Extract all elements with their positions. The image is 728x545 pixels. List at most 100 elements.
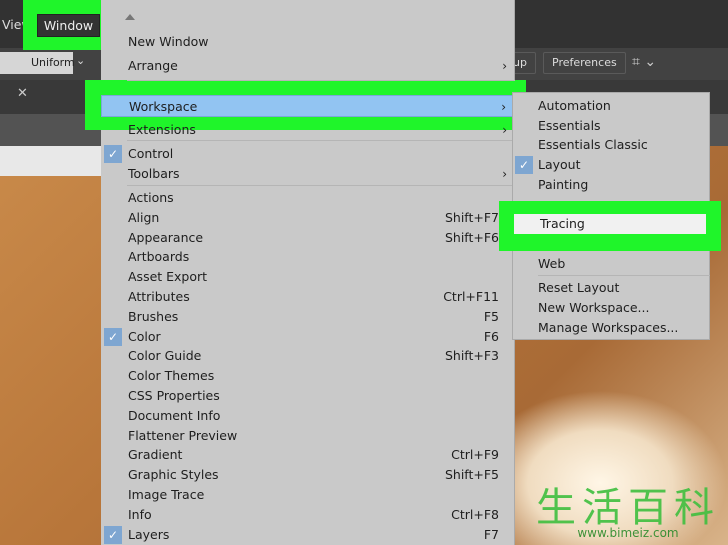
menu-item-image-trace[interactable]: Image Trace (101, 485, 515, 505)
workspace-item-label: Painting (538, 177, 589, 192)
watermark-logo: 生活百科 www.bimeiz.com (536, 485, 720, 540)
workspace-item-label: Reset Layout (538, 280, 620, 295)
menu-item-color-themes[interactable]: Color Themes (101, 366, 515, 386)
menu-item-label: Toolbars (128, 166, 180, 181)
workspace-item-label: Web (538, 256, 566, 271)
chevron-right-icon: › (501, 100, 506, 114)
workspace-item-essentials-classic[interactable]: Essentials Classic (512, 135, 708, 155)
menu-item-artboards[interactable]: Artboards (101, 247, 515, 267)
menu-item-label: Image Trace (128, 487, 205, 502)
menu-separator (127, 140, 515, 141)
menu-item-document-info[interactable]: Document Info (101, 406, 515, 426)
menu-item-label: Align (128, 209, 160, 225)
menu-item-graphic-styles[interactable]: Graphic Styles Shift+F5 (101, 465, 515, 485)
menu-item-label: Color (128, 328, 161, 344)
menu-item-attributes[interactable]: Attributes Ctrl+F11 (101, 287, 515, 307)
menu-separator (127, 185, 515, 186)
menu-item-info[interactable]: Info Ctrl+F8 (101, 505, 515, 525)
menu-item-asset-export[interactable]: Asset Export (101, 267, 515, 287)
menu-item-label: Layers (128, 526, 170, 542)
menu-item-color[interactable]: ✓ Color F6 (101, 327, 515, 347)
menu-item-label: Flattener Preview (128, 427, 238, 443)
menu-item-extensions[interactable]: Extensions › (101, 120, 515, 140)
workspace-item-label: Tracing (540, 216, 585, 231)
menu-item-label: Brushes (128, 308, 179, 324)
chevron-right-icon: › (502, 123, 507, 137)
check-icon: ✓ (104, 145, 122, 163)
menu-item-layers[interactable]: ✓ Layers F7 (101, 525, 515, 545)
menu-item-label: Artboards (128, 249, 190, 265)
menu-item-label: CSS Properties (128, 388, 220, 403)
shortcut: Shift+F5 (444, 467, 499, 483)
menu-item-workspace[interactable]: Workspace › (101, 95, 515, 117)
shortcut: Shift+F3 (444, 348, 499, 364)
menu-item-brushes[interactable]: Brushes F5 (101, 307, 515, 327)
menu-item-label: New Window (128, 34, 209, 49)
transform-icon[interactable]: ⌗ ⌄ (632, 54, 656, 70)
shortcut: F6 (483, 328, 499, 344)
menu-item-gradient[interactable]: Gradient Ctrl+F9 (101, 445, 515, 465)
menu-item-label: Appearance (128, 229, 204, 245)
workspace-item-label: Essentials (538, 118, 601, 133)
menu-item-color-guide[interactable]: Color Guide Shift+F3 (101, 346, 515, 366)
menu-item-label: Actions (128, 190, 174, 205)
check-icon: ✓ (104, 525, 122, 544)
shortcut: Ctrl+F11 (443, 289, 499, 304)
workspace-item-label: Layout (538, 157, 581, 172)
workspace-item-automation[interactable]: Automation (512, 96, 708, 116)
menu-item-label: Workspace (129, 99, 198, 114)
workspace-item-essentials[interactable]: Essentials (512, 116, 708, 136)
chevron-right-icon: › (502, 167, 507, 181)
menu-item-label: Document Info (128, 407, 221, 423)
canvas-edge (0, 146, 101, 176)
menu-separator (127, 80, 515, 81)
workspace-item-web[interactable]: Web (512, 254, 708, 274)
menu-item-label: Color Guide (128, 348, 202, 364)
menu-item-label: Asset Export (128, 269, 208, 285)
workspace-item-hidden[interactable] (512, 195, 708, 215)
chevron-right-icon: › (502, 59, 507, 73)
check-icon: ✓ (104, 327, 122, 346)
check-icon: ✓ (515, 156, 533, 174)
menu-item-label: Control (128, 146, 174, 161)
menu-item-flattener-preview[interactable]: Flattener Preview (101, 426, 515, 446)
menu-item-label: Attributes (128, 289, 190, 304)
close-tab-icon[interactable]: ✕ (17, 86, 28, 101)
shortcut: Ctrl+F8 (451, 506, 499, 522)
workspace-item-painting[interactable]: Painting (512, 175, 708, 195)
menu-item-align[interactable]: Align Shift+F7 (101, 208, 515, 228)
menu-item-appearance[interactable]: Appearance Shift+F6 (101, 228, 515, 248)
workspace-item-layout[interactable]: ✓ Layout (512, 155, 708, 175)
workspace-item-label: Automation (538, 98, 611, 113)
menu-item-label: Info (128, 506, 152, 522)
menu-item-new-window[interactable]: New Window (101, 32, 515, 52)
workspace-item-tracing[interactable]: Tracing (514, 214, 706, 234)
chevron-down-icon[interactable]: ⌄ (76, 54, 85, 67)
menu-item-label: Arrange (128, 58, 178, 73)
preferences-button[interactable]: Preferences (543, 52, 626, 74)
menu-item-actions[interactable]: Actions (101, 188, 515, 208)
menu-separator (538, 275, 710, 276)
menu-item-control[interactable]: ✓ Control (101, 144, 515, 164)
shortcut: Ctrl+F9 (451, 447, 499, 463)
shortcut: Shift+F6 (444, 229, 499, 245)
workspace-item-label: Essentials Classic (538, 137, 648, 152)
menu-item-label: Color Themes (128, 368, 215, 384)
workspace-item-label: New Workspace... (538, 300, 650, 315)
workspace-item-new-workspace[interactable]: New Workspace... (512, 298, 708, 318)
workspace-item-reset-layout[interactable]: Reset Layout (512, 278, 708, 298)
menu-item-toolbars[interactable]: Toolbars › (101, 164, 515, 184)
shortcut: Shift+F7 (444, 209, 499, 225)
menu-item-label: Graphic Styles (128, 467, 219, 483)
workspace-item-hidden[interactable] (512, 234, 708, 254)
menu-item-label: Gradient (128, 447, 183, 463)
menu-item-label: Extensions (128, 122, 196, 137)
workspace-item-label: Manage Workspaces... (538, 320, 679, 335)
menu-item-css-properties[interactable]: CSS Properties (101, 386, 515, 406)
menu-item-arrange[interactable]: Arrange › (101, 56, 515, 76)
shortcut: F7 (483, 526, 499, 542)
menu-window[interactable]: Window (37, 14, 100, 37)
workspace-item-manage-workspaces[interactable]: Manage Workspaces... (512, 318, 708, 338)
stroke-profile-select[interactable]: Uniform (0, 52, 75, 74)
shortcut: F5 (483, 308, 499, 324)
